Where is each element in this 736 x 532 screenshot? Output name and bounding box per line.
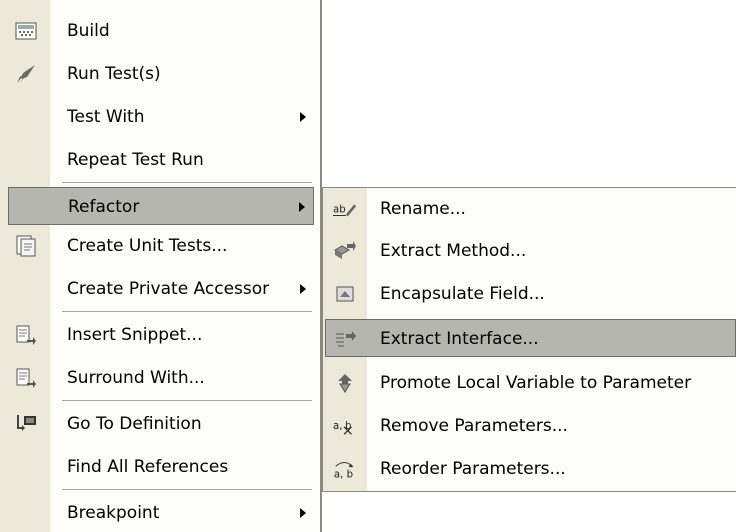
menu-item-label: Extract Method... (380, 241, 527, 261)
extract-interface-icon (334, 327, 358, 351)
menu-item-label: Reorder Parameters... (380, 459, 566, 479)
menu-item-label: Go To Definition (67, 414, 202, 434)
build-icon (14, 19, 38, 43)
go-to-definition-icon (14, 412, 38, 436)
menu-item-label: Find All References (67, 457, 229, 477)
menu-item-label: Run Test(s) (67, 64, 161, 84)
rename-icon: ab (333, 197, 357, 221)
menu-item-insert-snippet[interactable]: Insert Snippet... (0, 316, 320, 354)
refactor-submenu: ab Rename... Extract Method... Encapsula… (322, 187, 736, 492)
extract-method-icon (333, 239, 357, 263)
submenu-arrow-icon (299, 202, 305, 212)
menu-item-label: Create Private Accessor (67, 279, 270, 299)
menu-item-reorder-parameters[interactable]: a, b Reorder Parameters... (323, 450, 736, 488)
menu-item-run-tests[interactable]: Run Test(s) (0, 55, 320, 93)
menu-item-create-unit-tests[interactable]: Create Unit Tests... (0, 227, 320, 265)
menu-item-label: Promote Local Variable to Parameter (380, 373, 692, 393)
surround-with-icon (14, 366, 38, 390)
menu-item-promote-local-variable[interactable]: Promote Local Variable to Parameter (323, 364, 736, 402)
menu-item-create-private-accessor[interactable]: Create Private Accessor (0, 270, 320, 308)
context-menu: Build Run Test(s) Test With Repeat Test … (0, 0, 322, 532)
menu-item-encapsulate-field[interactable]: Encapsulate Field... (323, 275, 736, 313)
promote-variable-icon (333, 371, 357, 395)
menu-item-label: Extract Interface... (380, 329, 539, 349)
remove-parameters-icon: a, b (333, 414, 357, 438)
submenu-arrow-icon (300, 508, 306, 518)
menu-separator (62, 182, 312, 183)
menu-item-extract-interface[interactable]: Extract Interface... (325, 319, 736, 357)
menu-item-repeat-test-run[interactable]: Repeat Test Run (0, 141, 320, 179)
menu-item-surround-with[interactable]: Surround With... (0, 359, 320, 397)
menu-item-rename[interactable]: ab Rename... (323, 190, 736, 228)
menu-item-label: Insert Snippet... (67, 325, 203, 345)
menu-item-remove-parameters[interactable]: a, b Remove Parameters... (323, 407, 736, 445)
menu-item-extract-method[interactable]: Extract Method... (323, 232, 736, 270)
menu-item-label: Create Unit Tests... (67, 236, 228, 256)
menu-item-refactor[interactable]: Refactor (8, 187, 314, 225)
svg-text:a,: a, (333, 421, 342, 432)
menu-item-label: Build (67, 21, 110, 41)
menu-item-label: Refactor (68, 197, 140, 217)
menu-separator (62, 311, 312, 312)
menu-separator (62, 489, 312, 490)
menu-item-label: Remove Parameters... (380, 416, 568, 436)
menu-item-label: Surround With... (67, 368, 205, 388)
menu-item-build[interactable]: Build (0, 12, 320, 50)
svg-text:a, b: a, b (334, 469, 353, 480)
encapsulate-field-icon (333, 282, 357, 306)
submenu-arrow-icon (300, 284, 306, 294)
menu-item-label: Rename... (380, 199, 466, 219)
menu-item-label: Repeat Test Run (67, 150, 204, 170)
menu-separator (62, 400, 312, 401)
rocket-icon (14, 62, 38, 86)
menu-item-label: Test With (67, 107, 145, 127)
menu-item-label: Breakpoint (67, 503, 160, 523)
svg-text:ab: ab (333, 205, 346, 216)
submenu-arrow-icon (300, 112, 306, 122)
menu-item-label: Encapsulate Field... (380, 284, 545, 304)
menu-item-breakpoint[interactable]: Breakpoint (0, 494, 320, 532)
unit-test-icon (14, 234, 38, 258)
insert-snippet-icon (14, 323, 38, 347)
menu-item-go-to-definition[interactable]: Go To Definition (0, 405, 320, 443)
menu-item-test-with[interactable]: Test With (0, 98, 320, 136)
reorder-parameters-icon: a, b (333, 457, 357, 481)
menu-item-find-all-references[interactable]: Find All References (0, 448, 320, 486)
